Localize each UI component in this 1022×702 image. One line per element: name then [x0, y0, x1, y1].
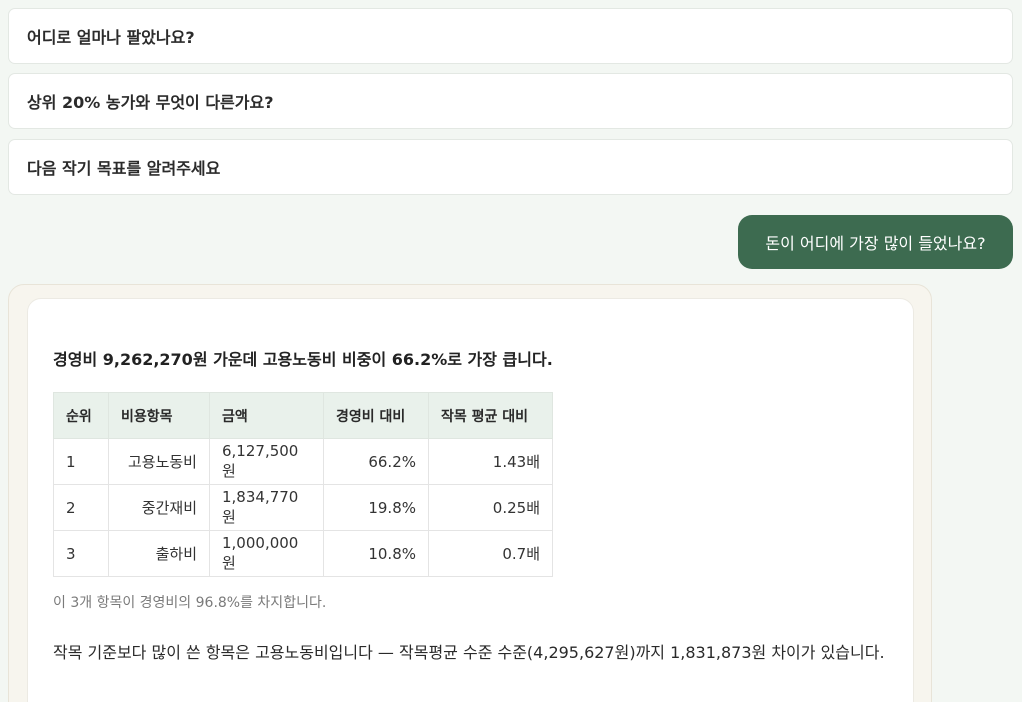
column-header-vs-average: 작목 평균 대비 — [428, 392, 553, 439]
column-header-amount: 금액 — [209, 392, 324, 439]
cell-vs-average: 0.25배 — [428, 484, 553, 531]
suggestion-chip-sales[interactable]: 어디로 얼마나 팔았나요? — [8, 8, 1013, 64]
table-row: 1 고용노동비 6,127,500원 66.2% 1.43배 — [53, 438, 553, 485]
answer-headline: 경영비 9,262,270원 가운데 고용노동비 비중이 66.2%로 가장 큽… — [53, 350, 553, 369]
chat-page: 어디로 얼마나 팔았나요? 상위 20% 농가와 무엇이 다른가요? 다음 작기… — [0, 0, 1022, 702]
cell-share: 66.2% — [323, 438, 429, 485]
cell-share: 10.8% — [323, 530, 429, 577]
suggestion-chip-top-farms[interactable]: 상위 20% 농가와 무엇이 다른가요? — [8, 73, 1013, 129]
column-header-rank: 순위 — [53, 392, 109, 439]
cell-cost-item: 중간재비 — [108, 484, 210, 531]
suggestion-chip-next-goal[interactable]: 다음 작기 목표를 알려주세요 — [8, 139, 1013, 195]
cell-share: 19.8% — [323, 484, 429, 531]
cost-breakdown-table: 순위 비용항목 금액 경영비 대비 작목 평균 대비 1 고용노동비 6,127… — [53, 392, 553, 577]
table-header-row: 순위 비용항목 금액 경영비 대비 작목 평균 대비 — [53, 392, 553, 439]
table-row: 3 출하비 1,000,000원 10.8% 0.7배 — [53, 530, 553, 577]
cell-rank: 2 — [53, 484, 109, 531]
cell-rank: 1 — [53, 438, 109, 485]
column-header-share: 경영비 대비 — [323, 392, 429, 439]
table-row: 2 중간재비 1,834,770원 19.8% 0.25배 — [53, 484, 553, 531]
answer-paragraph: 작목 기준보다 많이 쓴 항목은 고용노동비입니다 — 작목평균 수준 수준(4… — [53, 643, 885, 662]
cell-vs-average: 1.43배 — [428, 438, 553, 485]
cell-rank: 3 — [53, 530, 109, 577]
answer-note: 이 3개 항목이 경영비의 96.8%를 차지합니다. — [53, 595, 327, 611]
cell-amount: 6,127,500원 — [209, 438, 324, 485]
cell-cost-item: 출하비 — [108, 530, 210, 577]
cell-amount: 1,000,000원 — [209, 530, 324, 577]
cell-amount: 1,834,770원 — [209, 484, 324, 531]
column-header-cost-item: 비용항목 — [108, 392, 210, 439]
cell-vs-average: 0.7배 — [428, 530, 553, 577]
user-message-bubble: 돈이 어디에 가장 많이 들었나요? — [738, 215, 1013, 269]
cell-cost-item: 고용노동비 — [108, 438, 210, 485]
